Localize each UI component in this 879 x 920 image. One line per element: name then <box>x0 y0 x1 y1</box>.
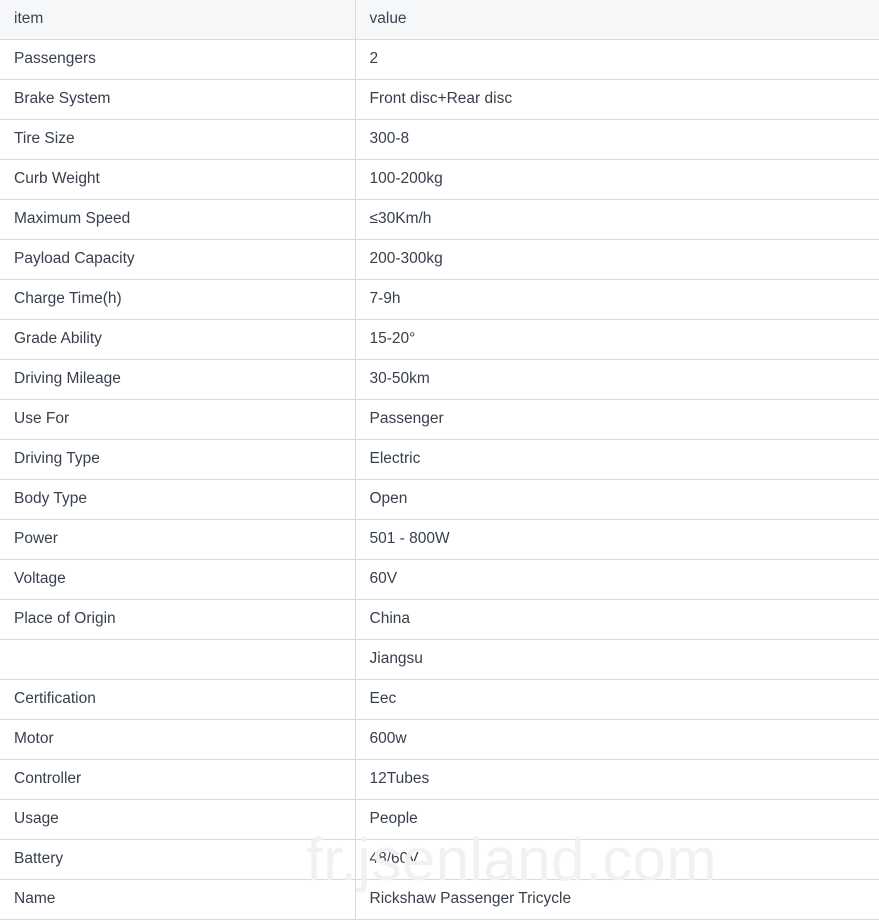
cell-value: Rickshaw Passenger Tricycle <box>355 879 879 920</box>
table-row: Voltage 60V <box>0 559 879 600</box>
cell-item: Body Type <box>0 479 356 520</box>
cell-item: Curb Weight <box>0 159 356 200</box>
cell-item: Tire Size <box>0 119 356 160</box>
table-row: Place of Origin China <box>0 599 879 640</box>
table-row: Charge Time(h) 7-9h <box>0 279 879 320</box>
cell-value: People <box>355 799 879 840</box>
cell-item: Passengers <box>0 39 356 80</box>
table-row: Jiangsu <box>0 639 879 680</box>
cell-value: Open <box>355 479 879 520</box>
cell-value: ≤30Km/h <box>355 199 879 240</box>
table-row: Body Type Open <box>0 479 879 520</box>
cell-value: China <box>355 599 879 640</box>
cell-item: Payload Capacity <box>0 239 356 280</box>
cell-value: 600w <box>355 719 879 760</box>
cell-item <box>0 639 356 680</box>
cell-item: Driving Mileage <box>0 359 356 400</box>
cell-item: Voltage <box>0 559 356 600</box>
table-row: Battery 48/60V <box>0 839 879 880</box>
cell-item: Certification <box>0 679 356 720</box>
table-row: Grade Ability 15-20° <box>0 319 879 360</box>
table-header: item value <box>0 0 879 40</box>
cell-item: Grade Ability <box>0 319 356 360</box>
cell-item: Maximum Speed <box>0 199 356 240</box>
table-row: Tire Size 300-8 <box>0 119 879 160</box>
table-row: Driving Type Electric <box>0 439 879 480</box>
cell-item: Name <box>0 879 356 920</box>
cell-value: Front disc+Rear disc <box>355 79 879 120</box>
cell-value: Passenger <box>355 399 879 440</box>
cell-value: 48/60V <box>355 839 879 880</box>
cell-value: 100-200kg <box>355 159 879 200</box>
table-row: Brake System Front disc+Rear disc <box>0 79 879 120</box>
table-row: Usage People <box>0 799 879 840</box>
specification-table: item value Passengers 2 Brake System Front … <box>0 0 879 920</box>
cell-item: Motor <box>0 719 356 760</box>
table-row: Power 501 - 800W <box>0 519 879 560</box>
cell-item: Use For <box>0 399 356 440</box>
cell-item: Battery <box>0 839 356 880</box>
cell-value: Eec <box>355 679 879 720</box>
column-header-value: value <box>355 0 879 40</box>
table-header-row: item value <box>0 0 879 40</box>
table-row: Payload Capacity 200-300kg <box>0 239 879 280</box>
table-row: Controller 12Tubes <box>0 759 879 800</box>
cell-value: 7-9h <box>355 279 879 320</box>
cell-value: 2 <box>355 39 879 80</box>
cell-item: Brake System <box>0 79 356 120</box>
cell-item: Driving Type <box>0 439 356 480</box>
cell-value: 200-300kg <box>355 239 879 280</box>
specification-table-page: fr.jsenland.com item value Passengers 2 Br… <box>0 0 879 920</box>
cell-item: Place of Origin <box>0 599 356 640</box>
table-row: Driving Mileage 30-50km <box>0 359 879 400</box>
cell-value: 30-50km <box>355 359 879 400</box>
column-header-item: item <box>0 0 356 40</box>
cell-item: Charge Time(h) <box>0 279 356 320</box>
cell-item: Usage <box>0 799 356 840</box>
cell-value: Jiangsu <box>355 639 879 680</box>
cell-value: 60V <box>355 559 879 600</box>
cell-value: 300-8 <box>355 119 879 160</box>
table-row: Curb Weight 100-200kg <box>0 159 879 200</box>
table-row: Certification Eec <box>0 679 879 720</box>
cell-value: 12Tubes <box>355 759 879 800</box>
table-row: Maximum Speed ≤30Km/h <box>0 199 879 240</box>
cell-value: Electric <box>355 439 879 480</box>
cell-item: Power <box>0 519 356 560</box>
cell-value: 15-20° <box>355 319 879 360</box>
cell-item: Controller <box>0 759 356 800</box>
table-row: Passengers 2 <box>0 39 879 80</box>
cell-value: 501 - 800W <box>355 519 879 560</box>
table-row: Name Rickshaw Passenger Tricycle <box>0 879 879 920</box>
table-row: Motor 600w <box>0 719 879 760</box>
table-row: Use For Passenger <box>0 399 879 440</box>
table-body: Passengers 2 Brake System Front disc+Rear d… <box>0 39 879 920</box>
